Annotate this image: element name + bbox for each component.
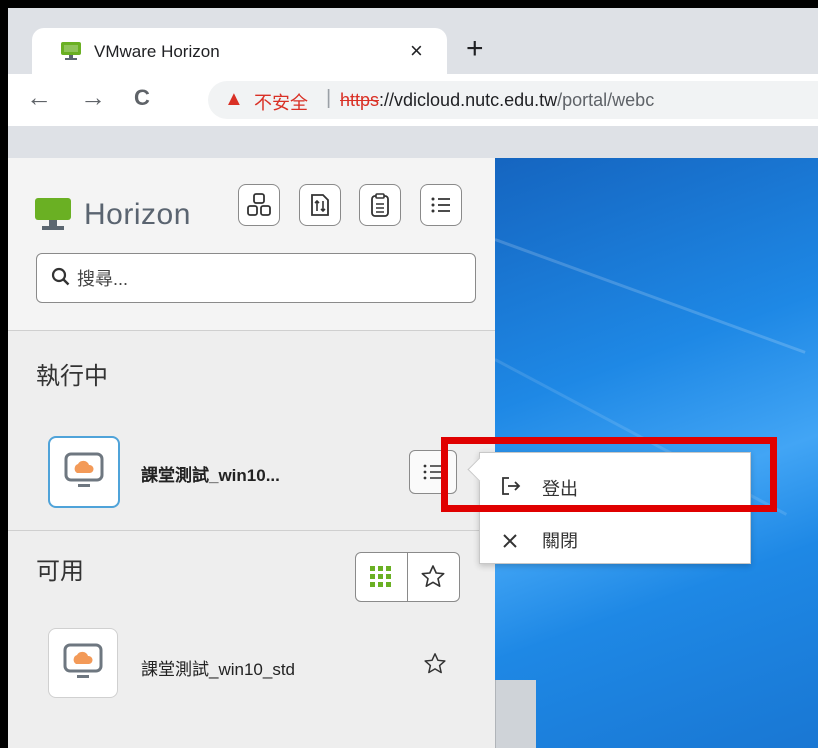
favorite-star-icon[interactable] [423,652,447,676]
grid-icon [370,566,391,587]
favorites-view-button[interactable] [408,553,459,601]
grid-view-button[interactable] [356,553,408,601]
app-menu-button[interactable] [409,450,457,494]
section-divider [8,530,495,531]
horizon-favicon-icon [61,42,81,60]
file-transfer-button[interactable] [299,184,341,226]
desktop-scroll-handle[interactable] [495,680,536,748]
app-name: 課堂測試_win10... [141,466,280,485]
desktop-icon [63,643,103,678]
close-menu-item[interactable]: 關閉 [480,515,750,565]
list-icon [423,464,442,480]
logout-label: 登出 [542,479,578,499]
running-app-row[interactable]: 課堂測試_win10... [8,428,495,518]
monitors-icon [247,193,271,216]
search-icon [51,267,70,286]
desktop-icon [64,452,104,487]
tab-close-button[interactable]: × [410,38,423,64]
reload-button[interactable]: C [134,85,150,111]
forward-button[interactable]: → [80,82,106,113]
clipboard-icon [371,193,389,217]
search-input[interactable]: 搜尋... [36,253,476,303]
url-host: ://vdicloud.nutc.edu.tw [379,90,558,110]
logout-icon [502,477,521,495]
logout-menu-item[interactable]: 登出 [480,461,750,511]
address-separator: | [326,87,332,109]
file-transfer-icon [311,194,329,216]
desktop-app-icon[interactable] [48,436,120,508]
new-tab-button[interactable]: + [466,32,484,66]
desktop-app-icon[interactable] [48,628,118,698]
url-text[interactable]: https://vdicloud.nutc.edu.tw/portal/webc [340,90,654,111]
tab-title: VMware Horizon [94,42,220,61]
security-label[interactable]: 不安全 [254,89,308,115]
wallpaper-beam [494,238,806,354]
horizon-sidebar: Horizon 搜尋... 執行中 課堂測試_win10... 可用 課堂測試_… [8,158,495,748]
browser-window: VMware Horizon × + ← → C ▲ 不安全 | https:/… [8,8,818,748]
app-context-menu: 登出 關閉 [467,452,751,565]
back-button[interactable]: ← [26,82,52,113]
view-toggle [355,552,460,602]
brand-name: Horizon [84,198,191,231]
sidebar-header: Horizon 搜尋... [8,158,495,331]
horizon-logo-icon [35,198,71,230]
url-path: /portal/webc [557,90,655,110]
multi-monitor-button[interactable] [238,184,280,226]
running-section-title: 執行中 [36,363,108,390]
address-bar[interactable]: ▲ 不安全 | https://vdicloud.nutc.edu.tw/por… [208,81,818,119]
close-label: 關閉 [542,531,578,551]
list-icon [431,197,450,213]
star-icon [421,565,445,587]
close-icon [503,534,517,548]
menu-list-button[interactable] [420,184,462,226]
available-section-title: 可用 [36,558,84,585]
url-scheme: https [340,90,380,110]
browser-toolbar: ← → C ▲ 不安全 | https://vdicloud.nutc.edu.… [8,74,818,126]
app-name: 課堂測試_win10_std [141,660,296,679]
clipboard-button[interactable] [359,184,401,226]
available-app-row[interactable]: 課堂測試_win10_std [8,620,495,710]
search-placeholder: 搜尋... [77,269,129,289]
warning-icon[interactable]: ▲ [224,88,244,111]
browser-tab[interactable]: VMware Horizon × [32,28,447,74]
